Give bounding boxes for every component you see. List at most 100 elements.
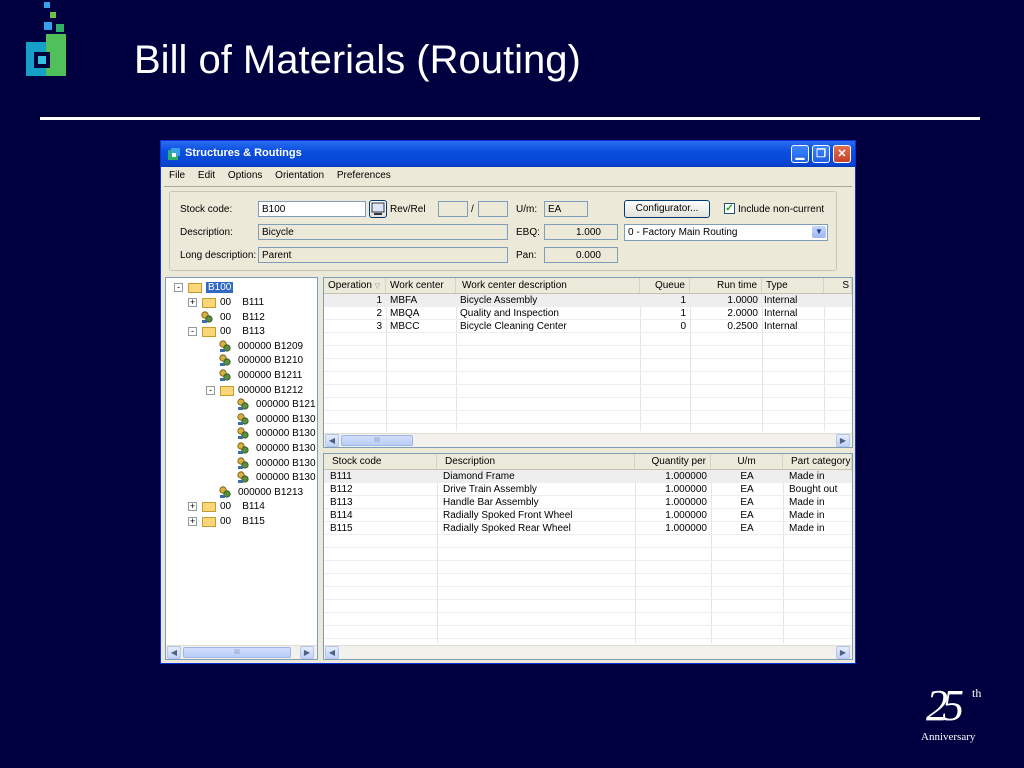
table-row[interactable]: B112 Drive Train Assembly 1.000000 EA Bought… — [324, 483, 852, 496]
tree-node-label: 00 B114 — [220, 501, 265, 513]
routing-select[interactable]: 0 - Factory Main Routing ▼ — [624, 224, 828, 241]
empty-row[interactable] — [324, 411, 852, 424]
table-row[interactable]: B111 Diamond Frame 1.000000 EA Made in — [324, 470, 852, 483]
tree-node-label[interactable]: B100 — [206, 282, 234, 293]
menu-orientation[interactable]: Orientation — [270, 167, 329, 181]
col-work-center[interactable]: Work center — [386, 278, 456, 293]
col-queue[interactable]: Queue — [640, 278, 690, 293]
operation-cell: 3 — [376, 321, 382, 332]
routing-horizontal-scrollbar[interactable]: ◀ III ▶ — [324, 433, 852, 447]
company-logo-icon — [26, 2, 66, 76]
routing-grid: Operation ▽ Work center Work center desc… — [323, 277, 853, 448]
menu-separator — [164, 186, 852, 187]
stock-code-lookup-button[interactable] — [369, 200, 387, 218]
include-noncurrent-label: Include non-current — [738, 204, 825, 215]
close-icon: ✕ — [837, 148, 847, 160]
folder-icon — [202, 517, 216, 527]
revision-field[interactable] — [438, 201, 468, 217]
collapse-toggle[interactable]: - — [206, 385, 215, 395]
col-um[interactable]: U/m — [711, 454, 783, 469]
close-button[interactable]: ✕ — [833, 145, 851, 163]
um-cell: EA — [740, 510, 754, 521]
empty-row[interactable] — [324, 574, 852, 587]
window-title-bar[interactable]: Structures & Routings ▁ ❐ ✕ — [161, 141, 855, 167]
part-icon — [237, 413, 249, 425]
long-description-field[interactable]: Parent — [258, 247, 508, 263]
description-cell: Radially Spoked Rear Wheel — [443, 523, 571, 534]
scroll-left-icon[interactable]: ◀ — [167, 646, 181, 659]
empty-row[interactable] — [324, 372, 852, 385]
stock-code-cell: B115 — [330, 523, 353, 534]
scroll-right-icon[interactable]: ▶ — [836, 434, 850, 447]
empty-row[interactable] — [324, 600, 852, 613]
empty-row[interactable] — [324, 613, 852, 626]
chevron-down-icon[interactable]: ▼ — [812, 226, 826, 238]
ebq-field[interactable]: 1.000 — [544, 224, 618, 240]
part-icon — [219, 354, 231, 367]
rev-rel-slash: / — [471, 204, 474, 215]
table-row[interactable]: 1 MBFA Bicycle Assembly 1 1.0000 Internal — [324, 294, 852, 307]
part-icon — [237, 471, 249, 484]
empty-row[interactable] — [324, 333, 852, 346]
expand-toggle[interactable]: + — [188, 298, 197, 307]
menu-preferences[interactable]: Preferences — [332, 167, 396, 181]
collapse-toggle[interactable]: - — [188, 327, 197, 337]
slide-title: Bill of Materials (Routing) — [134, 38, 581, 82]
col-description[interactable]: Description — [437, 454, 635, 469]
include-noncurrent-checkbox[interactable]: ✓ — [724, 203, 735, 214]
empty-row[interactable] — [324, 626, 852, 639]
empty-row[interactable] — [324, 548, 852, 561]
release-field[interactable] — [478, 201, 508, 217]
minimize-button[interactable]: ▁ — [791, 145, 809, 163]
collapse-toggle[interactable]: - — [174, 283, 183, 292]
part-icon — [237, 456, 249, 469]
col-work-center-description[interactable]: Work center description — [456, 278, 640, 293]
table-row[interactable]: B114 Radially Spoked Front Wheel 1.000000 E… — [324, 509, 852, 522]
restore-button[interactable]: ❐ — [812, 145, 830, 163]
col-s[interactable]: S — [824, 278, 852, 293]
empty-row[interactable] — [324, 385, 852, 398]
description-field[interactable]: Bicycle — [258, 224, 508, 240]
tree-horizontal-scrollbar[interactable]: ◀ III ▶ — [166, 645, 317, 659]
table-row[interactable]: 2 MBQA Quality and Inspection 1 2.0000 Intern… — [324, 307, 852, 320]
configurator-button[interactable]: Configurator... — [624, 200, 710, 218]
scroll-thumb[interactable]: III — [341, 435, 413, 446]
um-cell: EA — [740, 484, 754, 495]
col-type[interactable]: Type — [762, 278, 824, 293]
col-part-category[interactable]: Part category — [783, 454, 852, 469]
menu-options[interactable]: Options — [223, 167, 267, 181]
stock-code-field[interactable]: B100 — [258, 201, 366, 217]
empty-row[interactable] — [324, 561, 852, 574]
pan-field[interactable]: 0.000 — [544, 247, 618, 263]
components-horizontal-scrollbar[interactable]: ◀ ▶ — [324, 645, 852, 659]
scroll-left-icon[interactable]: ◀ — [325, 646, 339, 659]
scroll-thumb[interactable]: III — [183, 647, 291, 658]
folder-icon — [202, 327, 216, 338]
empty-row[interactable] — [324, 535, 852, 548]
scroll-right-icon[interactable]: ▶ — [836, 646, 850, 659]
col-quantity-per[interactable]: Quantity per — [635, 454, 711, 469]
empty-row[interactable] — [324, 398, 852, 411]
col-operation[interactable]: Operation ▽ — [324, 278, 386, 293]
expand-toggle[interactable]: + — [188, 517, 197, 526]
structure-tree[interactable]: - B100 +00 B111 00 B112 - 00 B113 000000 B1209… — [165, 277, 318, 660]
part-category-cell: Made in — [789, 510, 825, 521]
table-row[interactable]: B115 Radially Spoked Rear Wheel 1.000000 EA… — [324, 522, 852, 535]
table-row[interactable]: B113 Handle Bar Assembly 1.000000 EA Made in — [324, 496, 852, 509]
empty-row[interactable] — [324, 346, 852, 359]
description-label: Description: — [180, 227, 233, 238]
empty-row[interactable] — [324, 587, 852, 600]
col-run-time[interactable]: Run time — [690, 278, 762, 293]
menu-edit[interactable]: Edit — [193, 167, 220, 181]
scroll-left-icon[interactable]: ◀ — [325, 434, 339, 447]
empty-row[interactable] — [324, 359, 852, 372]
part-category-cell: Made in — [789, 471, 825, 482]
scroll-right-icon[interactable]: ▶ — [300, 646, 314, 659]
table-row[interactable]: 3 MBCC Bicycle Cleaning Center 0 0.2500 Inter… — [324, 320, 852, 333]
expand-toggle[interactable]: + — [188, 502, 197, 512]
menu-file[interactable]: File — [164, 167, 190, 181]
quantity-per-cell: 1.000000 — [665, 497, 707, 508]
um-cell: EA — [740, 523, 754, 534]
um-field[interactable]: EA — [544, 201, 588, 217]
col-stock-code[interactable]: Stock code — [324, 454, 437, 469]
